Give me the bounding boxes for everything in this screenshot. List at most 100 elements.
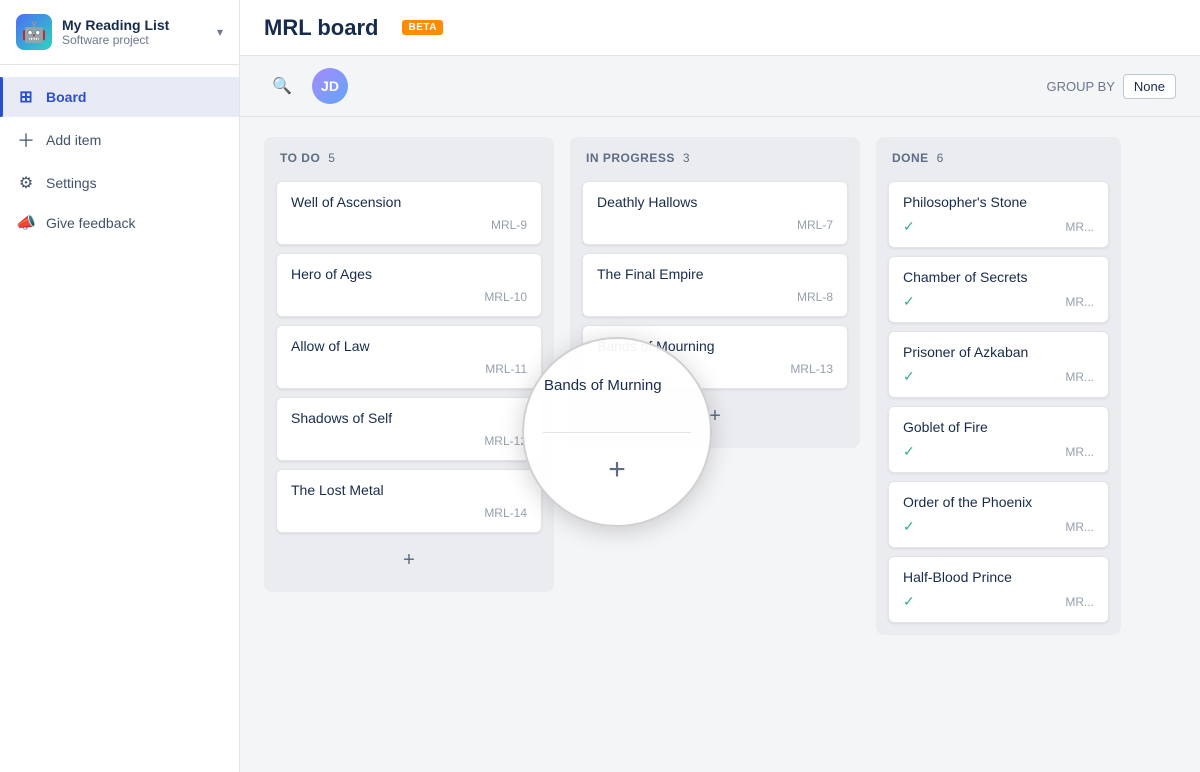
card-mrl-2-title: Chamber of Secrets: [903, 269, 1094, 285]
card-mrl-13-id: MRL-13: [790, 362, 833, 376]
card-mrl-9-title: Well of Ascension: [291, 194, 527, 210]
card-mrl-8[interactable]: The Final Empire MRL-8: [582, 253, 848, 317]
card-mrl-7[interactable]: Deathly Hallows MRL-7: [582, 181, 848, 245]
group-by-section: GROUP BY None: [1047, 74, 1176, 99]
card-mrl-10-footer: MRL-10: [291, 290, 527, 304]
card-mrl-1-id: MR...: [1065, 220, 1094, 234]
column-done: DONE 6 Philosopher's Stone ✓ MR... Chamb…: [876, 137, 1121, 635]
card-mrl-14-title: The Lost Metal: [291, 482, 527, 498]
column-in-progress-count: 3: [683, 151, 690, 165]
sidebar: 🤖 My Reading List Software project ▾ ⊞ B…: [0, 0, 240, 772]
column-in-progress-header: IN PROGRESS 3: [582, 149, 848, 173]
project-header[interactable]: 🤖 My Reading List Software project ▾: [0, 0, 239, 65]
column-todo-header: TO DO 5: [276, 149, 542, 173]
column-todo-count: 5: [328, 151, 335, 165]
card-mrl-6[interactable]: Half-Blood Prince ✓ MR...: [888, 556, 1109, 623]
card-mrl-5-check: ✓: [903, 518, 915, 535]
card-mrl-3-id: MR...: [1065, 370, 1094, 384]
toolbar: 🔍 JD GROUP BY None: [240, 56, 1200, 117]
card-mrl-14-footer: MRL-14: [291, 506, 527, 520]
card-mrl-6-id: MR...: [1065, 595, 1094, 609]
card-mrl-12-id: MRL-12: [484, 434, 527, 448]
card-mrl-12-title: Shadows of Self: [291, 410, 527, 426]
card-mrl-10-title: Hero of Ages: [291, 266, 527, 282]
card-mrl-7-footer: MRL-7: [597, 218, 833, 232]
card-mrl-4-footer: ✓ MR...: [903, 443, 1094, 460]
sidebar-nav: ⊞ Board ＋ Add item ⚙ Settings 📣 Give fee…: [0, 65, 239, 772]
card-mrl-8-title: The Final Empire: [597, 266, 833, 282]
card-mrl-1-title: Philosopher's Stone: [903, 194, 1094, 210]
card-mrl-13[interactable]: Bands of Mourning MRL-13: [582, 325, 848, 389]
card-mrl-9[interactable]: Well of Ascension MRL-9: [276, 181, 542, 245]
card-mrl-14[interactable]: The Lost Metal MRL-14: [276, 469, 542, 533]
card-mrl-6-check: ✓: [903, 593, 915, 610]
main-content: MRL board BETA 🔍 JD GROUP BY None TO DO …: [240, 0, 1200, 772]
card-mrl-11-footer: MRL-11: [291, 362, 527, 376]
column-done-header: DONE 6: [888, 149, 1109, 173]
group-by-label: GROUP BY: [1047, 79, 1115, 94]
card-mrl-4-title: Goblet of Fire: [903, 419, 1094, 435]
card-mrl-2-id: MR...: [1065, 295, 1094, 309]
card-mrl-1[interactable]: Philosopher's Stone ✓ MR...: [888, 181, 1109, 248]
add-in-progress-wrapper: + Bands of Murning +: [582, 397, 848, 436]
column-in-progress-label: IN PROGRESS: [586, 151, 675, 165]
settings-icon: ⚙: [16, 173, 36, 193]
user-avatar[interactable]: JD: [312, 68, 348, 104]
page-title: MRL board: [264, 15, 378, 41]
add-todo-button[interactable]: +: [276, 541, 542, 580]
card-mrl-11[interactable]: Allow of Law MRL-11: [276, 325, 542, 389]
search-icon: 🔍: [272, 76, 292, 96]
card-mrl-9-footer: MRL-9: [291, 218, 527, 232]
card-mrl-12-footer: MRL-12: [291, 434, 527, 448]
card-mrl-3-footer: ✓ MR...: [903, 368, 1094, 385]
top-bar: MRL board BETA: [240, 0, 1200, 56]
column-todo-label: TO DO: [280, 151, 320, 165]
card-mrl-6-title: Half-Blood Prince: [903, 569, 1094, 585]
cursor-plus-icon: +: [608, 453, 626, 487]
column-todo: TO DO 5 Well of Ascension MRL-9 Hero of …: [264, 137, 554, 592]
column-in-progress: IN PROGRESS 3 Deathly Hallows MRL-7 The …: [570, 137, 860, 448]
card-mrl-7-title: Deathly Hallows: [597, 194, 833, 210]
card-mrl-4[interactable]: Goblet of Fire ✓ MR...: [888, 406, 1109, 473]
board-icon: ⊞: [16, 87, 36, 107]
card-mrl-5-id: MR...: [1065, 520, 1094, 534]
card-mrl-4-id: MR...: [1065, 445, 1094, 459]
search-button[interactable]: 🔍: [264, 68, 300, 104]
beta-badge: BETA: [402, 20, 442, 35]
card-mrl-11-title: Allow of Law: [291, 338, 527, 354]
card-mrl-6-footer: ✓ MR...: [903, 593, 1094, 610]
add-icon: ＋: [16, 127, 36, 153]
card-mrl-7-id: MRL-7: [797, 218, 833, 232]
project-name: My Reading List: [62, 17, 207, 33]
sidebar-item-give-feedback[interactable]: 📣 Give feedback: [0, 203, 239, 243]
card-mrl-11-id: MRL-11: [485, 362, 527, 376]
board: TO DO 5 Well of Ascension MRL-9 Hero of …: [240, 117, 1200, 772]
card-mrl-10[interactable]: Hero of Ages MRL-10: [276, 253, 542, 317]
card-mrl-8-footer: MRL-8: [597, 290, 833, 304]
card-mrl-2[interactable]: Chamber of Secrets ✓ MR...: [888, 256, 1109, 323]
card-mrl-2-footer: ✓ MR...: [903, 293, 1094, 310]
group-by-value[interactable]: None: [1123, 74, 1176, 99]
project-logo: 🤖: [16, 14, 52, 50]
card-mrl-1-check: ✓: [903, 218, 915, 235]
card-mrl-9-id: MRL-9: [491, 218, 527, 232]
card-mrl-13-title: Bands of Mourning: [597, 338, 833, 354]
sidebar-item-add-item[interactable]: ＋ Add item: [0, 117, 239, 163]
board-label: Board: [46, 89, 86, 105]
column-done-label: DONE: [892, 151, 929, 165]
card-mrl-10-id: MRL-10: [484, 290, 527, 304]
card-mrl-5-footer: ✓ MR...: [903, 518, 1094, 535]
column-done-count: 6: [937, 151, 944, 165]
card-mrl-3[interactable]: Prisoner of Azkaban ✓ MR...: [888, 331, 1109, 398]
card-mrl-5[interactable]: Order of the Phoenix ✓ MR...: [888, 481, 1109, 548]
card-mrl-8-id: MRL-8: [797, 290, 833, 304]
feedback-icon: 📣: [16, 213, 36, 233]
sidebar-item-board[interactable]: ⊞ Board: [0, 77, 239, 117]
add-in-progress-button[interactable]: +: [582, 397, 848, 436]
card-mrl-3-title: Prisoner of Azkaban: [903, 344, 1094, 360]
card-mrl-3-check: ✓: [903, 368, 915, 385]
add-item-label: Add item: [46, 132, 101, 148]
sidebar-item-settings[interactable]: ⚙ Settings: [0, 163, 239, 203]
card-mrl-12[interactable]: Shadows of Self MRL-12: [276, 397, 542, 461]
card-mrl-5-title: Order of the Phoenix: [903, 494, 1094, 510]
